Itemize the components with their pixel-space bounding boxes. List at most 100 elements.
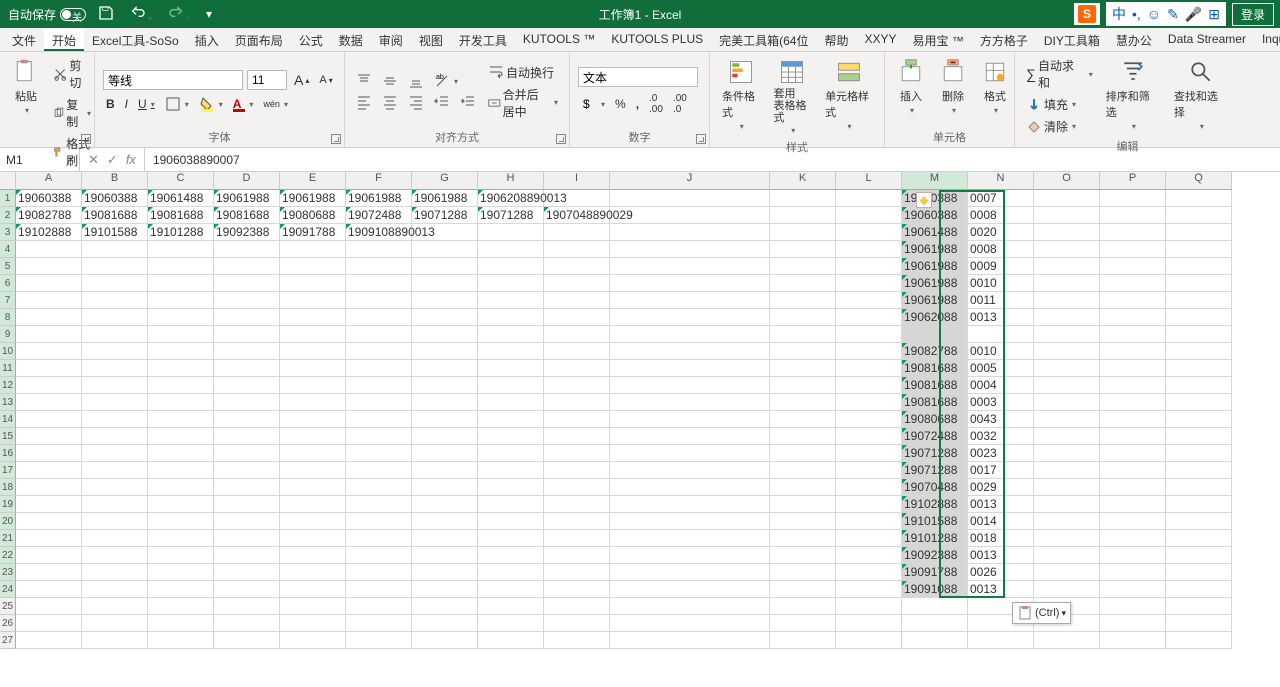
row-header-18[interactable]: 18 xyxy=(0,479,16,496)
cell-M14[interactable]: 19080688 xyxy=(902,411,968,428)
cell-P19[interactable] xyxy=(1100,496,1166,513)
cell-G19[interactable] xyxy=(412,496,478,513)
cell-B11[interactable] xyxy=(82,360,148,377)
cell-F6[interactable] xyxy=(346,275,412,292)
cell-K11[interactable] xyxy=(770,360,836,377)
cell-N14[interactable]: 0043 xyxy=(968,411,1034,428)
cell-N12[interactable]: 0004 xyxy=(968,377,1034,394)
cell-K24[interactable] xyxy=(770,581,836,598)
cell-A26[interactable] xyxy=(16,615,82,632)
col-header-Q[interactable]: Q xyxy=(1166,172,1232,190)
cell-B6[interactable] xyxy=(82,275,148,292)
cell-G23[interactable] xyxy=(412,564,478,581)
cell-I10[interactable] xyxy=(544,343,610,360)
cell-J3[interactable] xyxy=(610,224,770,241)
cell-N6[interactable]: 0010 xyxy=(968,275,1034,292)
cell-A3[interactable]: 19102888 xyxy=(16,224,82,241)
pinyin-button[interactable]: wén xyxy=(260,98,291,110)
sort-filter-button[interactable]: 排序和筛选 xyxy=(1102,56,1164,136)
cell-H23[interactable] xyxy=(478,564,544,581)
cell-D26[interactable] xyxy=(214,615,280,632)
row-header-23[interactable]: 23 xyxy=(0,564,16,581)
cell-N19[interactable]: 0013 xyxy=(968,496,1034,513)
cell-H26[interactable] xyxy=(478,615,544,632)
cell-M21[interactable]: 19101288 xyxy=(902,530,968,547)
cell-B8[interactable] xyxy=(82,309,148,326)
cell-F9[interactable] xyxy=(346,326,412,343)
cell-K23[interactable] xyxy=(770,564,836,581)
cell-P13[interactable] xyxy=(1100,394,1166,411)
cell-J9[interactable] xyxy=(610,326,770,343)
cell-P9[interactable] xyxy=(1100,326,1166,343)
cell-H11[interactable] xyxy=(478,360,544,377)
cell-N13[interactable]: 0003 xyxy=(968,394,1034,411)
cell-A27[interactable] xyxy=(16,632,82,649)
cell-A11[interactable] xyxy=(16,360,82,377)
cell-G12[interactable] xyxy=(412,377,478,394)
cell-G11[interactable] xyxy=(412,360,478,377)
cell-B21[interactable] xyxy=(82,530,148,547)
cell-H27[interactable] xyxy=(478,632,544,649)
col-header-B[interactable]: B xyxy=(82,172,148,190)
cell-H14[interactable] xyxy=(478,411,544,428)
align-bottom[interactable] xyxy=(405,72,427,90)
cell-K12[interactable] xyxy=(770,377,836,394)
col-header-N[interactable]: N xyxy=(968,172,1034,190)
cell-Q17[interactable] xyxy=(1166,462,1232,479)
cell-K1[interactable] xyxy=(770,190,836,207)
cell-Q3[interactable] xyxy=(1166,224,1232,241)
cell-J17[interactable] xyxy=(610,462,770,479)
cell-J12[interactable] xyxy=(610,377,770,394)
cell-P8[interactable] xyxy=(1100,309,1166,326)
cell-Q23[interactable] xyxy=(1166,564,1232,581)
cell-K6[interactable] xyxy=(770,275,836,292)
cell-N22[interactable]: 0013 xyxy=(968,547,1034,564)
cell-F25[interactable] xyxy=(346,598,412,615)
cell-A14[interactable] xyxy=(16,411,82,428)
cell-N24[interactable]: 0013 xyxy=(968,581,1034,598)
cell-F18[interactable] xyxy=(346,479,412,496)
cell-A17[interactable] xyxy=(16,462,82,479)
cell-K17[interactable] xyxy=(770,462,836,479)
cell-E8[interactable] xyxy=(280,309,346,326)
cell-P22[interactable] xyxy=(1100,547,1166,564)
cell-B13[interactable] xyxy=(82,394,148,411)
qat-customize[interactable]: ▾ xyxy=(202,5,216,23)
cell-K14[interactable] xyxy=(770,411,836,428)
cell-M13[interactable]: 19081688 xyxy=(902,394,968,411)
cell-M22[interactable]: 19092388 xyxy=(902,547,968,564)
font-name-combo[interactable] xyxy=(103,70,243,90)
cell-P24[interactable] xyxy=(1100,581,1166,598)
cell-C12[interactable] xyxy=(148,377,214,394)
cell-I5[interactable] xyxy=(544,258,610,275)
cell-H24[interactable] xyxy=(478,581,544,598)
cell-E15[interactable] xyxy=(280,428,346,445)
decrease-decimal[interactable]: .00.0 xyxy=(670,92,690,116)
cell-B27[interactable] xyxy=(82,632,148,649)
cell-N20[interactable]: 0014 xyxy=(968,513,1034,530)
col-header-E[interactable]: E xyxy=(280,172,346,190)
cell-E18[interactable] xyxy=(280,479,346,496)
cell-G1[interactable]: 19061988 xyxy=(412,190,478,207)
cell-C18[interactable] xyxy=(148,479,214,496)
cell-E17[interactable] xyxy=(280,462,346,479)
cell-G4[interactable] xyxy=(412,241,478,258)
cell-K25[interactable] xyxy=(770,598,836,615)
cell-F11[interactable] xyxy=(346,360,412,377)
cell-G25[interactable] xyxy=(412,598,478,615)
col-header-D[interactable]: D xyxy=(214,172,280,190)
autosave-toggle[interactable]: 自动保存 关 xyxy=(8,6,86,23)
cell-C25[interactable] xyxy=(148,598,214,615)
cell-D3[interactable]: 19092388 xyxy=(214,224,280,241)
cell-O9[interactable] xyxy=(1034,326,1100,343)
cell-J21[interactable] xyxy=(610,530,770,547)
tab-完美工具箱(64位[interactable]: 完美工具箱(64位 xyxy=(711,28,816,51)
comma-button[interactable]: , xyxy=(633,96,642,112)
cell-I8[interactable] xyxy=(544,309,610,326)
cell-A15[interactable] xyxy=(16,428,82,445)
cell-J1[interactable] xyxy=(610,190,770,207)
tab-文件[interactable]: 文件 xyxy=(4,28,44,51)
cell-F19[interactable] xyxy=(346,496,412,513)
insert-cells-button[interactable]: 插入 xyxy=(893,56,929,127)
row-header-13[interactable]: 13 xyxy=(0,394,16,411)
